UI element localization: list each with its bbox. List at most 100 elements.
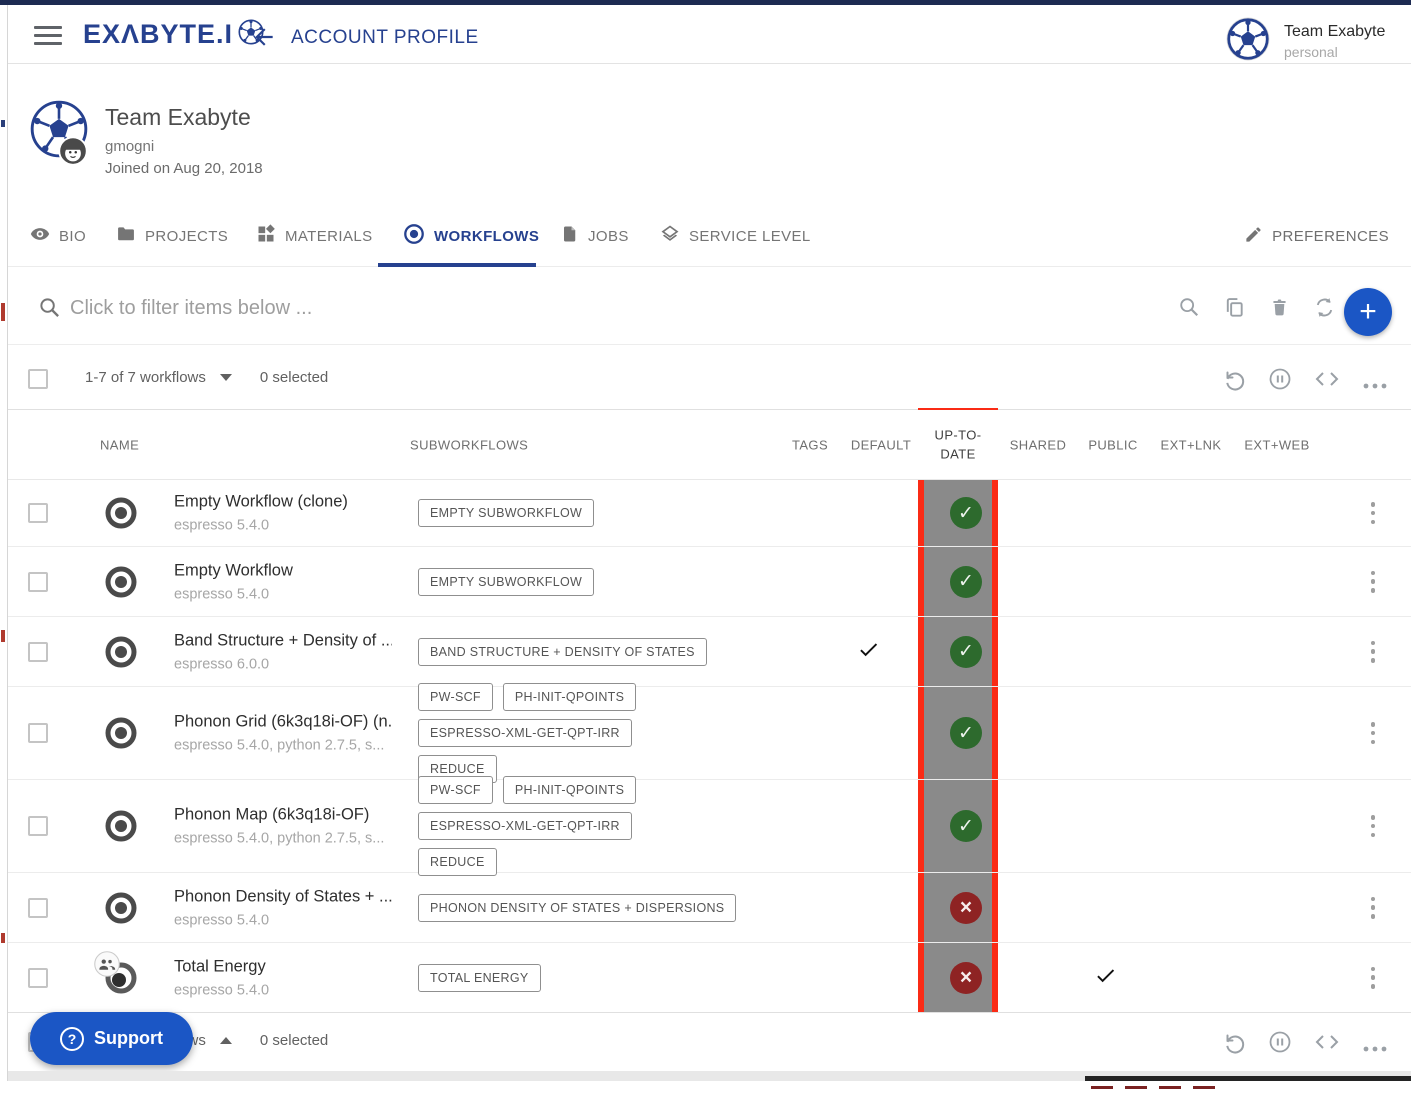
- subworkflow-chip: PH-INIT-QPOINTS: [503, 776, 636, 804]
- tab-jobs[interactable]: JOBS: [561, 205, 629, 267]
- subworkflow-chip: EMPTY SUBWORKFLOW: [418, 568, 594, 596]
- subworkflow-chip: ESPRESSO-XML-GET-QPT-IRR: [418, 719, 632, 747]
- row-checkbox[interactable]: [28, 968, 48, 988]
- table-row[interactable]: Total Energyespresso 5.4.0 TOTAL ENERGY …: [8, 943, 1411, 1013]
- table-row[interactable]: Phonon Grid (6k3q18i-OF) (n...espresso 5…: [8, 687, 1411, 780]
- workflow-subtitle: espresso 5.4.0: [174, 982, 392, 998]
- profile-tabs: BIO PROJECTS MATERIALS WORKFLOWS JOBS SE…: [8, 205, 1411, 267]
- page-title: ACCOUNT PROFILE: [291, 27, 479, 49]
- subworkflow-chip: BAND STRUCTURE + DENSITY OF STATES: [418, 638, 707, 666]
- tab-materials[interactable]: MATERIALS: [256, 205, 373, 267]
- window-edge-artifact: [1, 120, 5, 127]
- tab-label: MATERIALS: [285, 228, 373, 245]
- account-switcher[interactable]: Team Exabyte personal: [1226, 17, 1385, 66]
- row-checkbox[interactable]: [28, 572, 48, 592]
- search-icon[interactable]: [1178, 296, 1200, 323]
- undo-icon[interactable]: [1222, 1030, 1246, 1059]
- widgets-icon: [256, 224, 276, 248]
- tab-label: WORKFLOWS: [434, 228, 539, 245]
- tab-service-level[interactable]: SERVICE LEVEL: [660, 205, 811, 267]
- workflow-icon: [104, 565, 138, 599]
- row-menu-button[interactable]: [1366, 967, 1380, 989]
- table-row[interactable]: Phonon Map (6k3q18i-OF)espresso 5.4.0, p…: [8, 780, 1411, 873]
- active-tab-underline: [378, 263, 536, 267]
- select-all-checkbox[interactable]: [28, 369, 48, 389]
- up-to-date-status-icon: ✓: [950, 636, 982, 668]
- row-menu-button[interactable]: [1366, 815, 1380, 837]
- column-header-ext-web: EXT+WEB: [1244, 437, 1309, 452]
- pause-circle-icon[interactable]: [1268, 367, 1292, 396]
- exabyte-logo[interactable]: EXΛBYTE.I: [83, 19, 264, 50]
- subworkflow-chip: PH-INIT-QPOINTS: [503, 683, 636, 711]
- table-row[interactable]: Band Structure + Density of ... espresso …: [8, 617, 1411, 687]
- row-checkbox[interactable]: [28, 503, 48, 523]
- table-header-row: NAME SUBWORKFLOWS TAGS DEFAULT UP-TO-DAT…: [8, 410, 1411, 480]
- tab-bio[interactable]: BIO: [30, 205, 86, 267]
- preferences-label: PREFERENCES: [1272, 228, 1389, 245]
- up-to-date-status-icon: ✓: [950, 566, 982, 598]
- workflow-name: Band Structure + Density of ...: [174, 631, 392, 650]
- tab-projects[interactable]: PROJECTS: [116, 205, 228, 267]
- row-checkbox[interactable]: [28, 723, 48, 743]
- add-workflow-button[interactable]: +: [1344, 288, 1392, 336]
- up-to-date-status-icon: ×: [950, 962, 982, 994]
- sync-icon[interactable]: [1313, 296, 1336, 324]
- row-checkbox[interactable]: [28, 898, 48, 918]
- workflow-name: Empty Workflow (clone): [174, 493, 392, 512]
- workflow-subtitle: espresso 6.0.0: [174, 656, 392, 672]
- chevron-down-icon[interactable]: [220, 374, 232, 381]
- hamburger-menu-icon[interactable]: [34, 26, 62, 46]
- window-edge-artifact: [1, 303, 5, 321]
- workflow-icon: [104, 809, 138, 843]
- workflow-icon: [104, 716, 138, 750]
- code-icon[interactable]: [1315, 1033, 1339, 1056]
- workflow-icon: [104, 635, 138, 669]
- workflow-subtitle: espresso 5.4.0, python 2.7.5, s...: [174, 738, 392, 754]
- workflow-subtitle: espresso 5.4.0: [174, 518, 392, 534]
- column-header-name: NAME: [100, 437, 139, 452]
- app-bar: EXΛBYTE.I ACCOUNT PROFILE Team Exabyte p…: [8, 5, 1411, 64]
- row-menu-button[interactable]: [1366, 502, 1380, 524]
- row-menu-button[interactable]: [1366, 897, 1380, 919]
- workflow-subtitle: espresso 5.4.0: [174, 586, 392, 602]
- selected-count-label: 0 selected: [260, 1032, 328, 1049]
- more-horizontal-icon[interactable]: [1363, 376, 1387, 394]
- file-icon: [561, 224, 579, 248]
- workflow-target-icon: [403, 223, 425, 249]
- window-bottom-bar: [1085, 1076, 1411, 1081]
- row-menu-button[interactable]: [1366, 641, 1380, 663]
- undo-icon[interactable]: [1222, 367, 1246, 396]
- preferences-button[interactable]: PREFERENCES: [1244, 205, 1389, 267]
- column-header-default: DEFAULT: [851, 437, 911, 452]
- profile-username: gmogni: [105, 138, 154, 155]
- column-header-ext-lnk: EXT+LNK: [1161, 437, 1222, 452]
- row-menu-button[interactable]: [1366, 722, 1380, 744]
- column-header-shared: SHARED: [1010, 437, 1067, 452]
- table-row[interactable]: Empty Workflow (clone)espresso 5.4.0 EMP…: [8, 480, 1411, 547]
- up-to-date-status-icon: ×: [950, 892, 982, 924]
- profile-avatar: [30, 100, 90, 160]
- pause-circle-icon[interactable]: [1268, 1030, 1292, 1059]
- workflow-subtitle: espresso 5.4.0: [174, 912, 392, 928]
- more-horizontal-icon[interactable]: [1363, 1039, 1387, 1057]
- workflow-name: Phonon Map (6k3q18i-OF): [174, 806, 392, 825]
- back-arrow-icon[interactable]: [251, 24, 277, 55]
- eye-icon: [30, 224, 50, 248]
- copy-icon[interactable]: [1223, 296, 1246, 324]
- filter-search-icon: [38, 296, 61, 324]
- up-to-date-status-icon: ✓: [950, 810, 982, 842]
- row-checkbox[interactable]: [28, 642, 48, 662]
- trash-icon[interactable]: [1269, 296, 1290, 324]
- table-row[interactable]: Phonon Density of States + ...espresso 5…: [8, 873, 1411, 943]
- tab-workflows[interactable]: WORKFLOWS: [403, 205, 539, 267]
- logo-text: EXΛBYTE.I: [83, 19, 233, 50]
- support-button[interactable]: ? Support: [30, 1012, 193, 1065]
- filter-input[interactable]: [70, 290, 970, 326]
- row-checkbox[interactable]: [28, 816, 48, 836]
- column-header-subworkflows: SUBWORKFLOWS: [410, 437, 528, 452]
- pagination-label[interactable]: 1-7 of 7 workflows: [85, 369, 206, 386]
- code-icon[interactable]: [1315, 370, 1339, 393]
- table-row[interactable]: Empty Workflowespresso 5.4.0 EMPTY SUBWO…: [8, 547, 1411, 617]
- chevron-up-icon[interactable]: [220, 1037, 232, 1044]
- row-menu-button[interactable]: [1366, 571, 1380, 593]
